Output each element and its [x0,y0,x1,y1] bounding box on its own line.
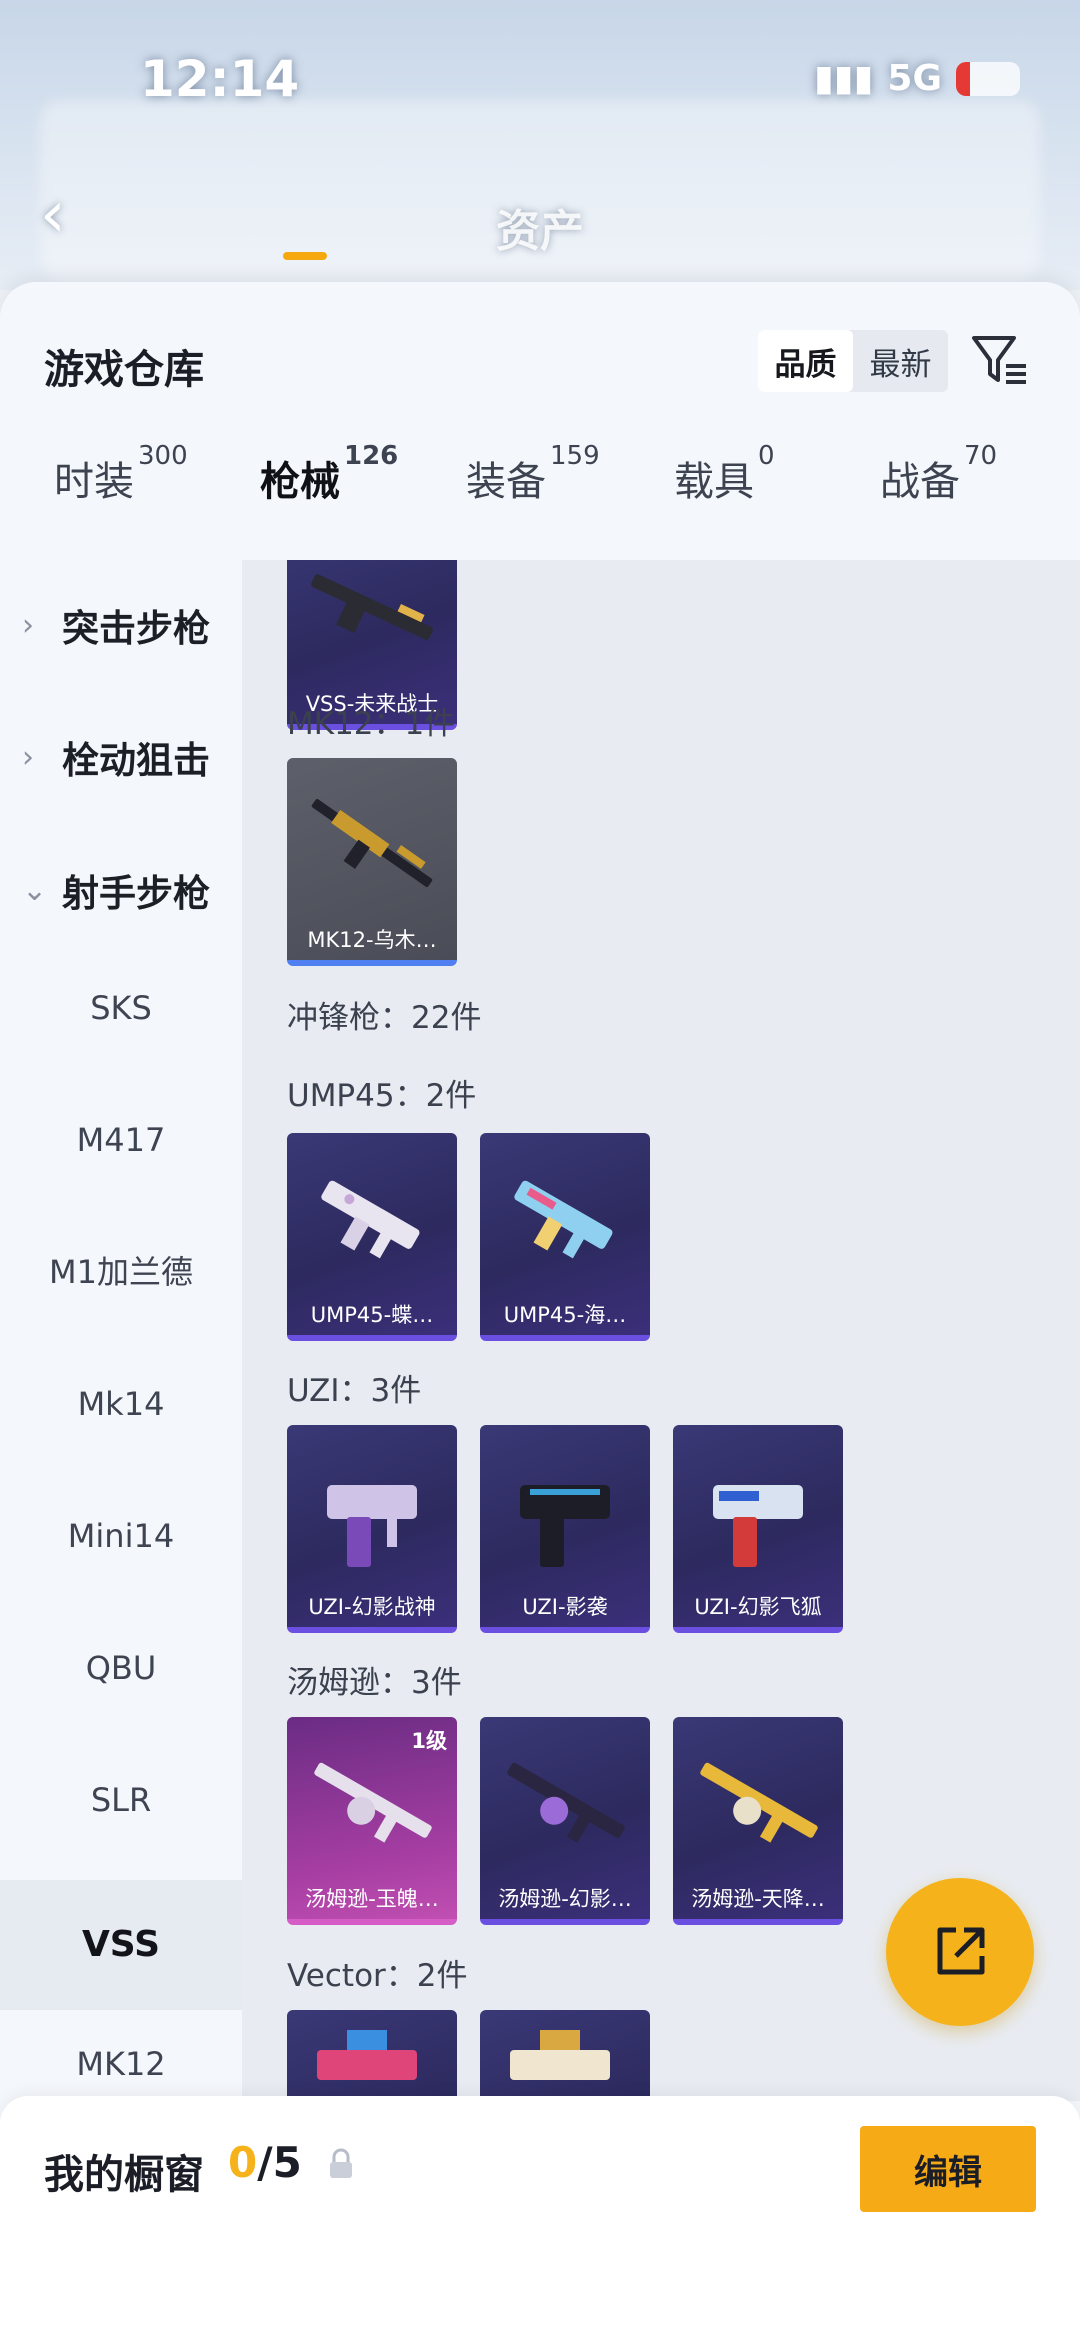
smg-icon [514,1180,613,1259]
sidebar: › 突击步枪 › 栓动狙击 ⌄ 射手步枪 SKS M417 M1加兰德 Mk14 Mi… [0,560,242,2101]
lock-icon [330,2148,352,2178]
chevron-down-icon: ⌄ [22,872,48,908]
sidebar-category-assault-rifle[interactable]: › 突击步枪 [22,595,210,655]
weapon-card-label: UZI-幻影战神 [308,1595,436,1619]
weapon-card[interactable]: MK12-乌木… [287,758,457,966]
weapon-card-label: MK12-乌木… [307,928,437,952]
weapon-card[interactable]: 汤姆逊-幻影… [480,1717,650,1925]
group-label-mk12: MK12：1件 [287,706,456,742]
group-label-vector: Vector：2件 [287,1958,468,1994]
weapon-card-label: UZI-影袭 [522,1595,608,1619]
sidebar-item-sks[interactable]: SKS [0,978,242,1038]
weapon-card-label: 汤姆逊-幻影… [498,1887,632,1911]
status-indicators: ▮▮▮ 5G [814,58,1020,99]
sidebar-category-bolt-sniper[interactable]: › 栓动狙击 [22,727,210,787]
category-tabs: 时装300 枪械126 装备159 载具0 战备70 [0,427,1080,527]
weapon-card-label: UZI-幻影飞狐 [694,1595,822,1619]
chevron-right-icon: › [22,607,34,643]
sidebar-category-marksman-rifle[interactable]: ⌄ 射手步枪 [22,860,210,920]
share-button[interactable] [886,1878,1034,2026]
sidebar-item-m417[interactable]: M417 [0,1110,242,1170]
group-label-smg: 冲锋枪：22件 [287,1000,482,1036]
pistol-smg-icon [327,1485,417,1567]
sheet-title: 游戏仓库 [44,347,204,393]
sidebar-item-vss[interactable]: VSS [0,1880,242,2010]
weapon-card[interactable]: UZI-幻影飞狐 [673,1425,843,1633]
sidebar-item-mk12[interactable]: MK12 [0,2034,242,2094]
page-title: 资产 [496,206,584,257]
weapon-card-label: UMP45-蝶… [310,1303,434,1327]
sidebar-item-mk14[interactable]: Mk14 [0,1374,242,1434]
external-link-icon [937,1927,985,1975]
chevron-right-icon: › [22,739,34,775]
level-badge: 1级 [411,1729,447,1753]
network-label: 5G [887,58,942,99]
weapon-card[interactable]: UZI-幻影战神 [287,1425,457,1633]
group-label-ump45: UMP45：2件 [287,1078,477,1114]
sidebar-item-mini14[interactable]: Mini14 [0,1506,242,1566]
tab-indicator [283,252,327,260]
sidebar-item-slr[interactable]: SLR [0,1770,242,1830]
tab-equipment[interactable]: 装备159 [466,441,600,507]
weapon-card[interactable]: UMP45-蝶… [287,1133,457,1341]
smg-icon [321,1180,420,1259]
filter-icon[interactable] [968,328,1032,392]
battery-icon [956,61,1020,96]
sidebar-item-qbu[interactable]: QBU [0,1638,242,1698]
weapon-card-label: 汤姆逊-天降… [691,1887,825,1911]
tab-supplies[interactable]: 战备70 [880,441,997,507]
status-time: 12:14 [140,50,300,108]
weapon-card[interactable]: 1级 汤姆逊-玉魄… [287,1717,457,1925]
rifle-icon [311,574,433,640]
showcase-title: 我的橱窗 [44,2152,204,2198]
weapon-card[interactable] [480,2010,650,2101]
group-label-tommy: 汤姆逊：3件 [287,1665,462,1701]
weapon-card[interactable]: 汤姆逊-天降… [673,1717,843,1925]
sort-option-newest[interactable]: 最新 [853,330,948,392]
sort-toggle: 品质 最新 [758,330,948,392]
pistol-smg-icon [520,1485,610,1567]
pistol-smg-icon [713,1485,803,1567]
weapon-card[interactable] [287,2010,457,2101]
signal-icon: ▮▮▮ [813,58,874,99]
weapon-card-label: 汤姆逊-玉魄… [305,1887,439,1911]
weapon-card-label: UMP45-海… [503,1303,627,1327]
sort-option-quality[interactable]: 品质 [758,330,853,392]
group-label-uzi: UZI：3件 [287,1373,422,1409]
weapon-list: VSS-未来战士 MK12：1件 MK12-乌木… 冲锋枪：22件 UMP45：… [242,560,1080,2101]
weapon-card[interactable]: UZI-影袭 [480,1425,650,1633]
rifle-icon [311,798,433,888]
tab-guns[interactable]: 枪械126 [260,441,398,507]
smg-icon [317,2030,417,2080]
tab-vehicles[interactable]: 载具0 [674,441,775,507]
showcase-bar: 我的橱窗 0/5 编辑 [0,2096,1080,2341]
tommy-gun-icon [700,1762,818,1843]
top-header: 12:14 ▮▮▮ 5G ‹ 资产 [0,0,1080,290]
tab-fashion[interactable]: 时装300 [54,441,188,507]
showcase-count: 0/5 [228,2138,302,2187]
sidebar-item-m1-garand[interactable]: M1加兰德 [0,1242,242,1302]
weapon-card[interactable]: UMP45-海… [480,1133,650,1341]
smg-icon [510,2030,610,2080]
edit-button[interactable]: 编辑 [860,2126,1036,2212]
tommy-gun-icon [507,1762,625,1843]
